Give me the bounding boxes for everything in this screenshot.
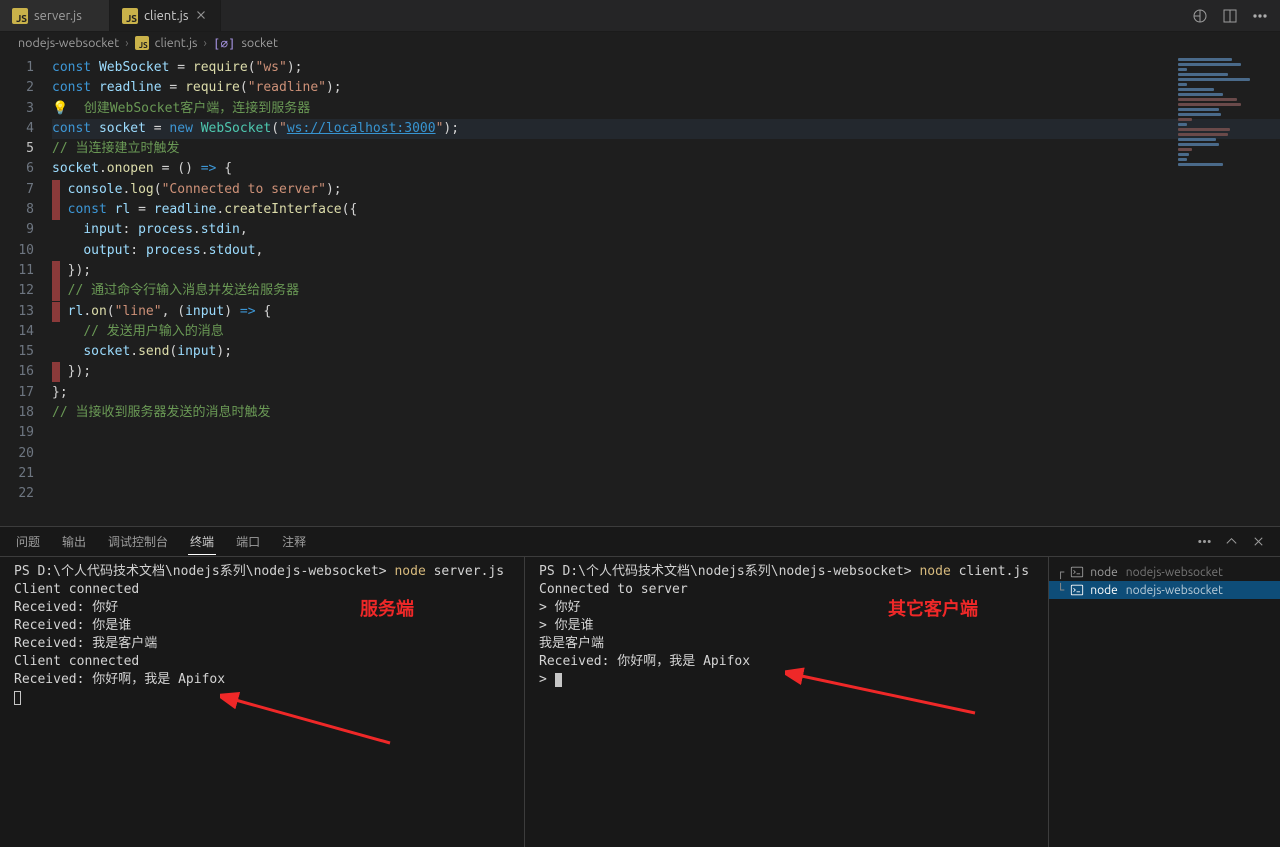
- breadcrumb-project[interactable]: nodejs-websocket: [18, 36, 119, 50]
- js-file-icon: JS: [122, 8, 138, 24]
- panel-tab-注释[interactable]: 注释: [280, 529, 308, 554]
- close-icon[interactable]: [1251, 534, 1266, 549]
- chevron-up-icon[interactable]: [1224, 534, 1239, 549]
- editor[interactable]: 12345678910111213141516171819202122 cons…: [0, 54, 1280, 526]
- panel-tab-调试控制台[interactable]: 调试控制台: [106, 529, 170, 554]
- tab-label: server.js: [34, 9, 82, 23]
- breadcrumb-symbol[interactable]: socket: [242, 36, 278, 50]
- tab-server-js[interactable]: JS server.js: [0, 0, 110, 31]
- panel-tab-输出[interactable]: 输出: [60, 529, 88, 554]
- chevron-right-icon: ›: [125, 36, 129, 50]
- panel-tab-终端[interactable]: 终端: [188, 529, 216, 555]
- minimap[interactable]: [1178, 58, 1268, 178]
- tab-client-js[interactable]: JS client.js: [110, 0, 221, 31]
- terminal-list: ┌nodenodejs-websocket└nodenodejs-websock…: [1048, 557, 1280, 847]
- symbol-variable-icon: [∅]: [213, 36, 236, 51]
- panel-tab-问题[interactable]: 问题: [14, 529, 42, 554]
- more-icon[interactable]: [1197, 534, 1212, 549]
- terminal-instance[interactable]: ┌nodenodejs-websocket: [1049, 563, 1280, 581]
- panel-actions: [1197, 534, 1266, 549]
- compare-icon[interactable]: [1192, 8, 1208, 24]
- panel-tab-端口[interactable]: 端口: [234, 529, 262, 554]
- editor-actions: [1180, 0, 1280, 31]
- breadcrumb[interactable]: nodejs-websocket › JS client.js › [∅] so…: [0, 32, 1280, 54]
- close-icon[interactable]: [194, 8, 208, 25]
- panel-body: PS D:\个人代码技术文档\nodejs系列\nodejs-websocket…: [0, 557, 1280, 847]
- chevron-right-icon: ›: [203, 36, 207, 50]
- split-icon[interactable]: [1222, 8, 1238, 24]
- terminal-left[interactable]: PS D:\个人代码技术文档\nodejs系列\nodejs-websocket…: [0, 557, 524, 847]
- editor-tabbar: JS server.js JS client.js: [0, 0, 1280, 32]
- js-file-icon: JS: [135, 36, 149, 50]
- code-area[interactable]: const WebSocket = require("ws");const re…: [52, 54, 1280, 526]
- breadcrumb-file[interactable]: client.js: [155, 36, 198, 50]
- js-file-icon: JS: [12, 8, 28, 24]
- terminal-right[interactable]: PS D:\个人代码技术文档\nodejs系列\nodejs-websocket…: [524, 557, 1048, 847]
- tab-label: client.js: [144, 9, 188, 23]
- more-icon[interactable]: [1252, 8, 1268, 24]
- bottom-panel: 问题输出调试控制台终端端口注释 PS D:\个人代码技术文档\nodejs系列\…: [0, 526, 1280, 847]
- terminal-instance[interactable]: └nodenodejs-websocket: [1049, 581, 1280, 599]
- panel-tabbar: 问题输出调试控制台终端端口注释: [0, 527, 1280, 557]
- line-gutter: 12345678910111213141516171819202122: [0, 54, 52, 526]
